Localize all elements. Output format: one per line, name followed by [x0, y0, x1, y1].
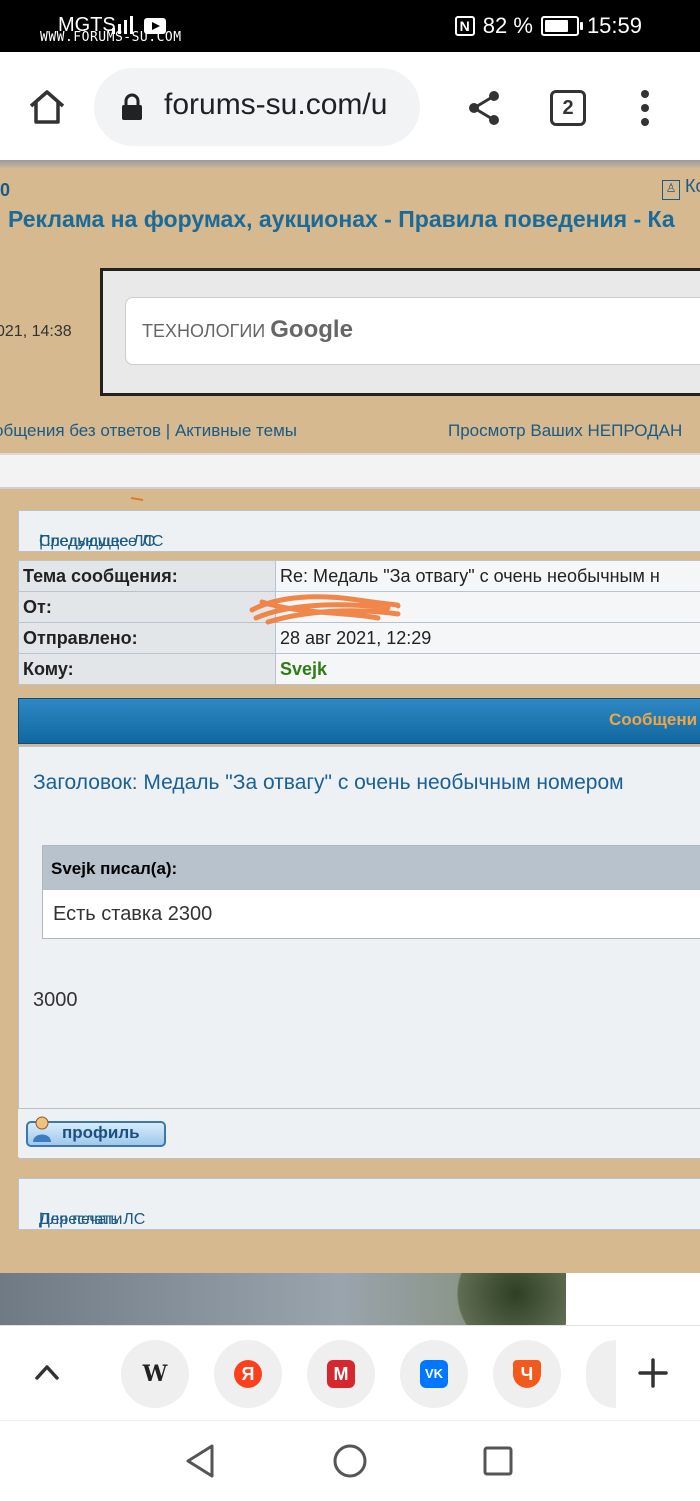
marketplace-icon: M [327, 1360, 355, 1388]
ad-banner[interactable]: ТЕХНОЛОГИИ Google [100, 268, 700, 396]
battery-icon [541, 16, 579, 36]
user-icon: ♙ [662, 180, 680, 200]
url-text: forums-su.com/u [164, 88, 387, 122]
active-topics-link[interactable]: Активные темы [175, 421, 297, 440]
nav-links-left: общения без ответов | Активные темы [0, 421, 297, 441]
browser-toolbar: forums-su.com/u 2 [0, 52, 700, 162]
chitai-gorod-icon: Ч [513, 1360, 541, 1388]
battery-percent: 82 % [483, 13, 533, 39]
pm-navigation: Предыдущее ЛС | Следующее ЛС [18, 510, 700, 552]
chevron-up-icon[interactable] [34, 1362, 60, 1382]
quote-header: Svejk писал(а): [43, 846, 700, 890]
menu-icon[interactable] [638, 88, 652, 128]
recents-icon[interactable] [482, 1445, 514, 1477]
watermark-text: WWW.FORUMS-SU.COM [40, 30, 182, 45]
quote-author: Svejk писал(а): [51, 859, 177, 879]
url-bar[interactable]: forums-su.com/u [94, 68, 420, 146]
page-photo [0, 1273, 566, 1325]
profile-button[interactable]: профиль [26, 1121, 166, 1147]
message-subject: Заголовок: Медаль "За отвагу" с очень не… [33, 771, 624, 795]
unanswered-link[interactable]: общения без ответов [0, 421, 161, 440]
orange-mark [130, 496, 144, 502]
nfc-icon: N [455, 16, 475, 36]
tree-photo [440, 1273, 566, 1325]
table-row: Кому:Svejk [19, 654, 700, 685]
vk-icon: VK [420, 1360, 448, 1388]
date-fragment: 021, 14:38 [0, 323, 72, 341]
add-bookmark-icon[interactable] [638, 1358, 668, 1388]
toolbar-shadow [0, 160, 700, 168]
separator-band [0, 453, 700, 489]
status-right: N 82 % 15:59 [455, 13, 642, 39]
home-icon[interactable] [27, 88, 67, 126]
top-right-text: Ко [685, 176, 700, 196]
next-pm-link[interactable]: Следующее ЛС [39, 533, 155, 551]
ad-label: ТЕХНОЛОГИИ [142, 321, 265, 341]
back-icon[interactable] [184, 1443, 216, 1479]
lock-icon [120, 92, 144, 122]
reply-text: 3000 [33, 989, 78, 1012]
nav-separator: | [161, 421, 175, 440]
table-row: Тема сообщения:Re: Медаль "За отвагу" с … [19, 561, 700, 592]
home-nav-icon[interactable] [332, 1443, 368, 1479]
ad-text: ТЕХНОЛОГИИ Google [142, 316, 353, 344]
forum-page: 0 ♙ Ко Реклама на форумах, аукционах - П… [0, 168, 700, 1273]
status-bar: MGTS WWW.FORUMS-SU.COM N 82 % 15:59 [0, 0, 700, 52]
system-nav-bar [0, 1420, 700, 1501]
message-header-bar: Сообщени [18, 698, 700, 744]
forward-link[interactable]: Переслать ЛС [39, 1211, 145, 1229]
bookmark-partial[interactable] [586, 1340, 616, 1408]
user-icon [32, 1115, 52, 1143]
top-left-fragment[interactable]: 0 [0, 180, 10, 201]
bookmark-yandex[interactable]: Я [214, 1340, 282, 1408]
unsold-link[interactable]: Просмотр Ваших НЕПРОДАН [448, 421, 682, 441]
profile-button-label: профиль [62, 1123, 140, 1143]
ad-brand: Google [270, 316, 353, 343]
to-label: Кому: [19, 654, 276, 685]
tab-switcher-button[interactable]: 2 [550, 90, 586, 126]
message-footer: Для печати | Переслать ЛС [18, 1178, 700, 1230]
redaction-scribble [248, 588, 408, 628]
top-right-link[interactable]: ♙ Ко [662, 176, 700, 200]
quote-text: Есть ставка 2300 [53, 903, 212, 926]
from-label: От: [19, 592, 276, 623]
wikipedia-icon: W [141, 1360, 169, 1388]
subject-label: Тема сообщения: [19, 561, 276, 592]
bookmark-bar: W Я M VK Ч [0, 1325, 700, 1421]
ad-inner: ТЕХНОЛОГИИ Google [125, 297, 700, 365]
sent-label: Отправлено: [19, 623, 276, 654]
bookmark-vk[interactable]: VK [400, 1340, 468, 1408]
bookmark-chitai-gorod[interactable]: Ч [493, 1340, 561, 1408]
message-body: Заголовок: Медаль "За отвагу" с очень не… [18, 746, 700, 1159]
share-icon[interactable] [466, 90, 502, 126]
profile-bar: профиль [18, 1108, 700, 1157]
bookmark-wikipedia[interactable]: W [121, 1340, 189, 1408]
to-value[interactable]: Svejk [276, 654, 700, 685]
quote-block: Svejk писал(а): Есть ставка 2300 [42, 845, 700, 939]
message-bar-label: Сообщени [609, 710, 697, 730]
forum-top-nav[interactable]: Реклама на форумах, аукционах - Правила … [8, 206, 675, 233]
yandex-icon: Я [234, 1360, 262, 1388]
subject-value: Re: Медаль "За отвагу" с очень необычным… [276, 561, 700, 592]
clock: 15:59 [587, 13, 642, 39]
bookmark-marketplace[interactable]: M [307, 1340, 375, 1408]
